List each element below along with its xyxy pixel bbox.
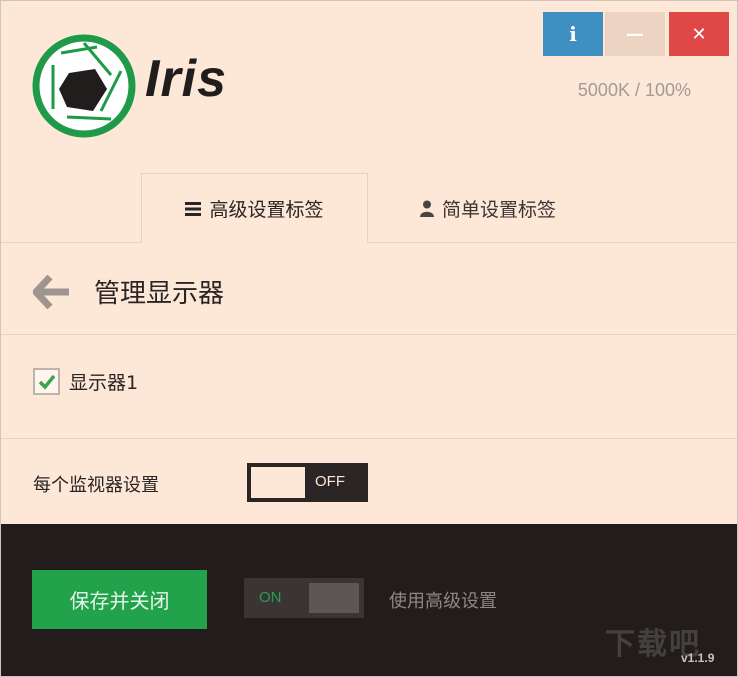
- toggle-state-label: OFF: [315, 473, 345, 490]
- checkmark-icon: [38, 374, 55, 390]
- tab-simple-label: 简单设置标签: [441, 198, 556, 221]
- save-and-close-button[interactable]: 保存并关闭: [32, 570, 207, 629]
- info-icon: i: [569, 22, 577, 46]
- color-temperature-status: 5000K / 100%: [577, 80, 691, 100]
- iris-window: Iris i — ✕ 5000K / 100% 高级设置标签 简单设置标签 管理…: [0, 0, 738, 677]
- tab-advanced-settings[interactable]: 高级设置标签: [141, 173, 368, 243]
- back-arrow-icon[interactable]: [33, 275, 71, 309]
- app-name: Iris: [145, 50, 228, 108]
- per-monitor-setting-label: 每个监视器设置: [33, 475, 159, 496]
- version-label: v1.1.9: [681, 651, 715, 665]
- use-advanced-settings-label: 使用高级设置: [389, 591, 497, 612]
- monitor-1-checkbox[interactable]: [33, 368, 60, 395]
- tab-simple-settings[interactable]: 简单设置标签: [368, 173, 608, 243]
- minimize-button[interactable]: —: [605, 12, 665, 56]
- page-title: 管理显示器: [94, 279, 225, 309]
- advanced-settings-toggle[interactable]: ON: [244, 578, 364, 618]
- close-button[interactable]: ✕: [669, 12, 729, 56]
- divider: [1, 438, 737, 439]
- user-icon: [419, 200, 434, 217]
- monitor-1-label[interactable]: 显示器1: [69, 368, 138, 395]
- minimize-icon: —: [626, 23, 644, 45]
- close-icon: ✕: [691, 23, 707, 45]
- info-button[interactable]: i: [543, 12, 603, 56]
- toggle-knob: [251, 467, 305, 498]
- iris-logo-icon: [32, 34, 136, 138]
- divider: [1, 334, 737, 335]
- toggle-knob: [309, 583, 359, 613]
- tab-divider: [1, 242, 737, 243]
- tab-advanced-label: 高级设置标签: [209, 199, 324, 221]
- toggle-state-label: ON: [259, 589, 282, 606]
- per-monitor-toggle[interactable]: OFF: [247, 463, 368, 502]
- menu-icon: [185, 201, 202, 216]
